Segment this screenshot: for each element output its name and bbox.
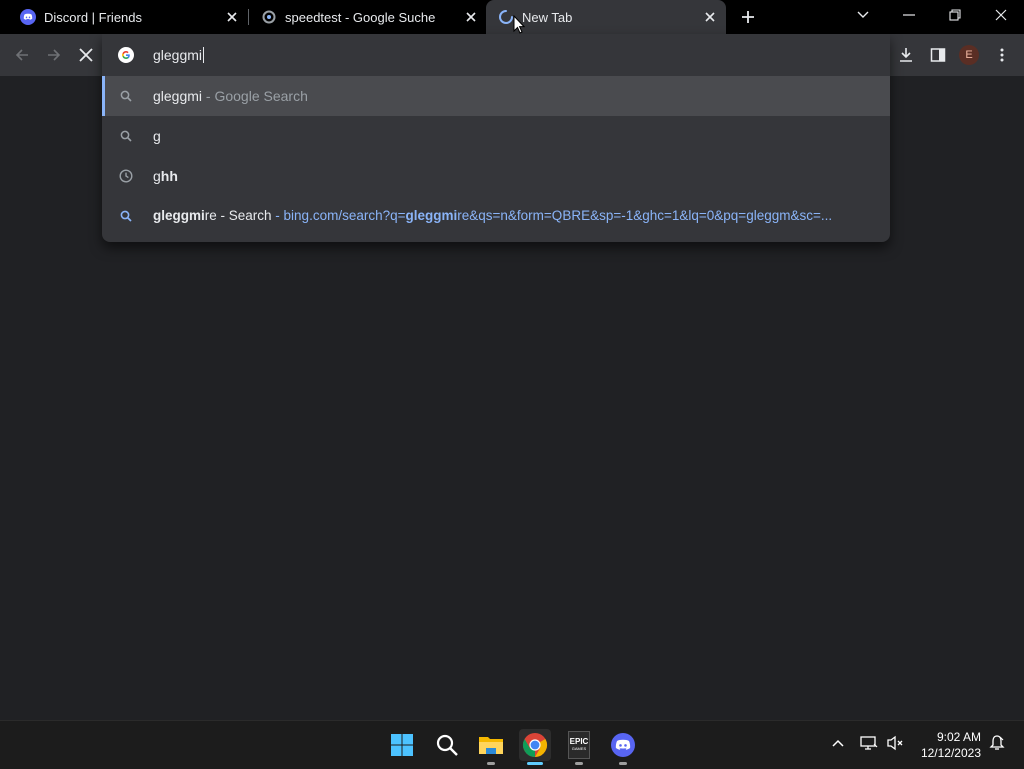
suggestion-match: gleggmi [153,208,205,223]
tab-strip: Discord | Friends speedtest - Google Suc… [0,0,1024,34]
suggestion-url-rest: re&qs=n&form=QBRE&sp=-1&ghc=1&lq=0&pq=gl… [457,208,833,223]
side-panel-icon [930,48,946,62]
epic-games-icon[interactable]: EPIC GAMES [563,729,595,761]
notification-bell-icon[interactable] [987,733,1007,753]
minimize-button[interactable] [886,0,932,30]
tab-close-icon[interactable] [463,9,479,25]
suggestion-row[interactable]: gleggmire - Search - bing.com/search?q=g… [102,196,890,236]
clock-date: 12/12/2023 [920,746,981,760]
arrow-left-icon [15,49,28,61]
volume-muted-icon[interactable] [885,733,905,753]
back-button[interactable] [10,43,34,67]
loading-spinner-icon [498,9,514,25]
plus-icon [742,11,754,23]
avatar: E [959,45,979,65]
text-caret [203,47,205,63]
minimize-icon [903,14,915,16]
suggestion-row[interactable]: gleggmi - Google Search [102,76,890,116]
discord-icon[interactable] [607,729,639,761]
profile-button[interactable]: E [957,43,981,67]
omnibox-popup: gleggmi gleggmi - Google Search g ghh gl… [102,34,890,242]
google-loading-icon [261,9,277,25]
taskbar-indicator-active [527,762,543,765]
window-close-button[interactable] [978,0,1024,30]
arrow-right-icon [48,49,61,61]
suggestion-text: g [153,128,161,144]
restore-button[interactable] [932,0,978,30]
tab-search-button[interactable] [840,0,886,30]
restore-icon [949,9,961,21]
tab-title: New Tab [522,9,573,25]
menu-kebab-icon [1000,48,1004,62]
download-icon [900,48,912,62]
tab-discord[interactable]: Discord | Friends [0,0,248,34]
forward-button[interactable] [42,43,66,67]
epic-logo-text: EPIC [569,737,589,746]
taskbar-indicator [575,762,583,765]
stop-x-icon [79,48,93,62]
suggestion-url: - bing.com/search?q= [271,208,406,223]
download-button[interactable] [894,43,918,67]
menu-button[interactable] [990,43,1014,67]
bing-search-icon [118,208,134,224]
suggestion-text: g [153,168,161,184]
chevron-down-icon [857,11,869,18]
suggestion-text: re - Search [204,208,272,223]
system-clock[interactable]: 9:02 AM 12/12/2023 [921,729,981,761]
tab-close-icon[interactable] [702,9,718,25]
taskbar-indicator [619,762,627,765]
network-icon[interactable] [859,733,879,753]
file-explorer-icon[interactable] [475,729,507,761]
suggestion-match: hh [160,168,178,184]
search-icon[interactable] [431,729,463,761]
search-icon [118,128,134,144]
side-panel-button[interactable] [926,43,950,67]
new-tab-button[interactable] [738,7,758,27]
chevron-up-icon[interactable] [828,733,848,753]
omnibox-value: gleggmi [153,47,203,63]
close-icon [995,9,1007,21]
tab-speedtest[interactable]: speedtest - Google Suche [241,0,487,34]
omnibox-input[interactable]: gleggmi [102,34,890,76]
epic-logo-subtext: GAMES [571,746,587,751]
tab-title: Discord | Friends [44,9,143,25]
omnibox-text[interactable]: gleggmi [153,47,205,63]
clock-time: 9:02 AM [936,730,981,744]
discord-icon [20,9,36,25]
taskbar-indicator [487,762,495,765]
windows-start-icon[interactable] [386,729,418,761]
stop-button[interactable] [74,43,98,67]
mouse-cursor-icon [513,14,526,39]
search-icon [118,88,134,104]
chrome-icon[interactable] [519,729,551,761]
tab-title: speedtest - Google Suche [285,9,436,25]
suggestion-suffix: - Google Search [202,88,308,104]
tab-close-icon[interactable] [224,9,240,25]
suggestion-row[interactable]: g [102,116,890,156]
suggestion-url-match: gleggmi [405,208,458,223]
google-g-icon [118,47,134,63]
suggestion-text: gleggmi [153,88,203,104]
windows-taskbar: EPIC GAMES 9:02 AM 12/12/2023 [0,720,1024,769]
suggestion-row[interactable]: ghh [102,156,890,196]
history-clock-icon [118,168,134,184]
